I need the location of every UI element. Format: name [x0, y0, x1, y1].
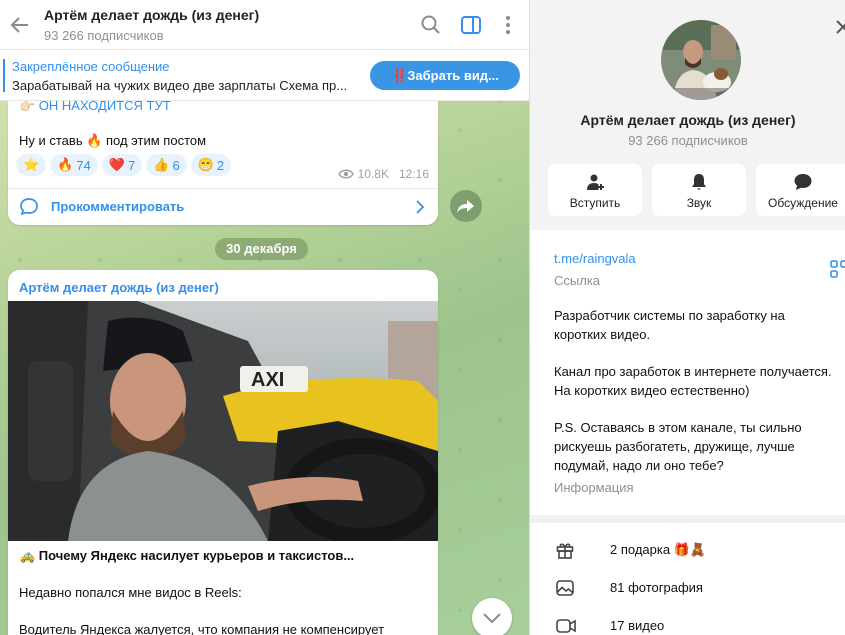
back-arrow-icon[interactable] [8, 13, 32, 37]
description-paragraph: Канал про заработок в интернете получает… [554, 364, 832, 398]
description-paragraph: P.S. Оставаясь в этом канале, ты сильно … [554, 420, 802, 473]
description-caption: Информация [554, 480, 634, 495]
channel-description: Разработчик системы по заработку на коро… [554, 306, 839, 493]
reaction-thumbs-up[interactable]: 👍 6 [146, 154, 187, 176]
reaction-emoji: ⭐ [23, 157, 40, 172]
reaction-emoji: ❤️ [108, 157, 126, 172]
chevron-down-icon [483, 613, 501, 624]
message-bubble: Артём делает дождь (из денег) AXI 🚕 Поче… [8, 270, 438, 635]
comment-button[interactable]: Прокомментировать [8, 189, 438, 225]
chat-area: 👉🏻 ОН НАХОДИТСЯ ТУТ Ну и ставь 🔥 под эти… [0, 0, 529, 635]
gifts-label: 2 подарка 🎁🧸 [610, 542, 707, 557]
reactions-row: ⭐ 🔥 74 ❤️ 7 👍 6 😁 2 [16, 154, 232, 176]
chat-header: Артём делает дождь (из денег) 93 266 под… [0, 0, 529, 50]
qr-code-icon[interactable] [830, 260, 845, 278]
message-text: Ну и ставь 🔥 под этим постом [19, 133, 207, 148]
gift-icon [556, 543, 574, 559]
channel-info-panel: Артём делает дождь (из денег) 93 266 под… [529, 0, 845, 635]
close-icon[interactable] [833, 17, 845, 37]
search-icon[interactable] [419, 13, 443, 37]
videos-row[interactable]: 17 видео [530, 608, 845, 635]
reaction-count: 6 [172, 157, 180, 173]
view-count: 10.8K [357, 167, 389, 181]
video-icon [556, 619, 576, 633]
reaction-star[interactable]: ⭐ [16, 154, 47, 176]
videos-label: 17 видео [610, 618, 665, 633]
add-user-icon [587, 174, 604, 190]
reaction-grin[interactable]: 😁 2 [190, 154, 232, 176]
bell-icon [692, 174, 706, 190]
reaction-emoji: 😁 [197, 157, 214, 172]
comment-icon [20, 198, 38, 216]
reaction-emoji: 🔥 [57, 157, 74, 172]
reaction-count: 7 [128, 157, 136, 173]
eye-icon [337, 169, 354, 179]
channel-info: t.me/raingvala Ссылка Разработчик систем… [530, 230, 845, 515]
chat-title[interactable]: Артём делает дождь (из денег) [44, 7, 259, 23]
photos-row[interactable]: 81 фотография [530, 570, 845, 606]
scroll-down-button[interactable] [472, 598, 512, 635]
sidebar-toggle-icon[interactable] [459, 13, 483, 37]
message-photo[interactable]: AXI [8, 301, 438, 541]
mute-button[interactable]: Звук [652, 164, 746, 216]
share-icon [457, 200, 474, 213]
pinned-text: Зарабатывай на чужих видео две зарплаты … [12, 78, 348, 93]
mute-label: Звук [686, 196, 712, 210]
more-vertical-icon[interactable] [496, 13, 520, 37]
pinned-indicator [3, 59, 5, 92]
photo-driver-in-taxi: AXI [8, 301, 438, 541]
discussion-label: Обсуждение [768, 196, 838, 210]
profile-header: Артём делает дождь (из денег) 93 266 под… [530, 0, 845, 230]
pinned-title: Закреплённое сообщение [12, 59, 170, 74]
chat-icon [794, 174, 812, 190]
message-author[interactable]: Артём делает дождь (из денег) [19, 280, 219, 295]
channel-subscribers: 93 266 подписчиков [628, 133, 748, 148]
channel-link-caption: Ссылка [554, 273, 601, 288]
message-meta: 10.8K 12:16 [337, 167, 429, 181]
pinned-message[interactable]: Закреплённое сообщение Зарабатывай на чу… [0, 50, 529, 101]
description-paragraph: Разработчик системы по заработку на коро… [554, 308, 785, 342]
photos-label: 81 фотография [610, 580, 703, 595]
join-label: Вступить [569, 196, 621, 210]
join-button[interactable]: Вступить [548, 164, 642, 216]
message-headline: 🚕 Почему Яндекс насилует курьеров и такс… [19, 548, 355, 563]
gifts-row[interactable]: 2 подарка 🎁🧸 [530, 532, 845, 568]
chat-subscribers: 93 266 подписчиков [44, 28, 164, 43]
reaction-heart[interactable]: ❤️ 7 [101, 154, 143, 176]
avatar[interactable] [661, 20, 741, 100]
channel-title: Артём делает дождь (из денег) [580, 112, 796, 128]
share-button[interactable] [450, 190, 482, 222]
message-text: Недавно попался мне видос в Reels: [19, 585, 242, 600]
discussion-button[interactable]: Обсуждение [756, 164, 845, 216]
reaction-fire[interactable]: 🔥 74 [50, 154, 98, 176]
reaction-emoji: 👍 [153, 157, 170, 172]
reaction-count: 2 [216, 157, 225, 173]
channel-link[interactable]: t.me/raingvala [554, 251, 636, 266]
pinned-action-button[interactable]: ‼️Забрать вид... [370, 61, 520, 90]
comment-label: Прокомментировать [51, 199, 185, 214]
photo-icon [556, 580, 574, 596]
photo-sign-text: AXI [251, 369, 284, 391]
section-divider [530, 515, 845, 523]
chevron-right-icon [416, 200, 425, 214]
date-separator: 30 декабря [215, 238, 308, 260]
message-time: 12:16 [398, 167, 429, 181]
message-text: Водитель Яндекса жалуется, что компания … [19, 622, 385, 635]
reaction-count: 74 [76, 157, 91, 173]
